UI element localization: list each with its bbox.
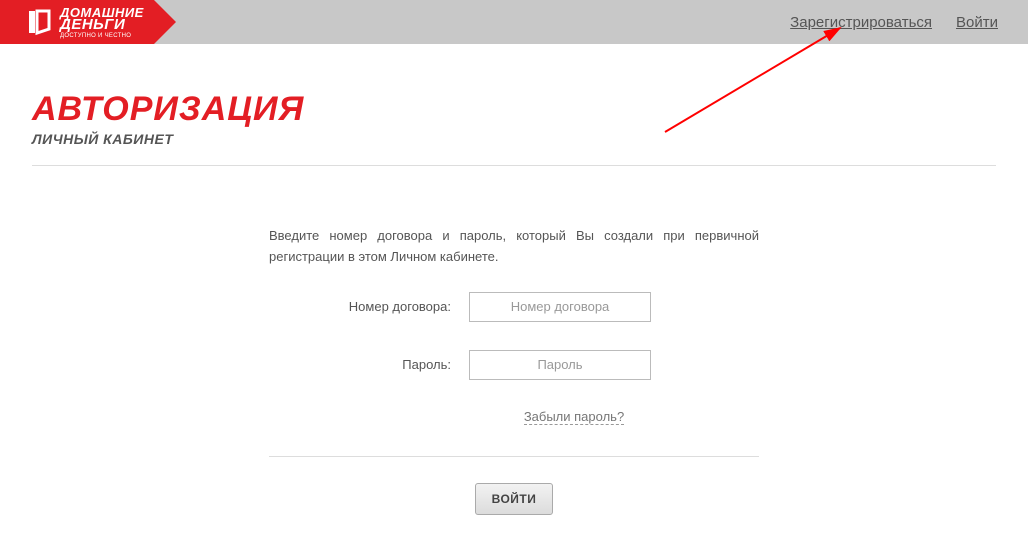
password-row: Пароль: bbox=[269, 350, 759, 380]
content-area: АВТОРИЗАЦИЯ ЛИЧНЫЙ КАБИНЕТ Введите номер… bbox=[0, 44, 1028, 545]
contract-input[interactable] bbox=[469, 292, 651, 322]
contract-row: Номер договора: bbox=[269, 292, 759, 322]
logo-icon bbox=[26, 6, 54, 38]
forgot-row: Забыли пароль? bbox=[269, 408, 759, 426]
submit-button[interactable]: ВОЙТИ bbox=[475, 483, 554, 515]
login-link[interactable]: Войти bbox=[956, 14, 998, 31]
contract-label: Номер договора: bbox=[269, 299, 469, 314]
login-form: Введите номер договора и пароль, который… bbox=[269, 226, 759, 545]
forgot-password-link[interactable]: Забыли пароль? bbox=[524, 409, 624, 425]
form-intro: Введите номер договора и пароль, который… bbox=[269, 226, 759, 268]
register-link[interactable]: Зарегистрироваться bbox=[790, 14, 932, 31]
logo-tagline: ДОСТУПНО И ЧЕСТНО bbox=[60, 33, 144, 39]
brand-logo[interactable]: ДОМАШНИЕ ДЕНЬГИ ДОСТУПНО И ЧЕСТНО bbox=[0, 0, 154, 44]
header-links: Зарегистрироваться Войти bbox=[790, 14, 1028, 31]
logo-text: ДОМАШНИЕ ДЕНЬГИ ДОСТУПНО И ЧЕСТНО bbox=[60, 6, 144, 39]
title-divider bbox=[32, 165, 996, 166]
submit-row: ВОЙТИ bbox=[269, 483, 759, 515]
password-label: Пароль: bbox=[269, 357, 469, 372]
header-bar: ДОМАШНИЕ ДЕНЬГИ ДОСТУПНО И ЧЕСТНО Зареги… bbox=[0, 0, 1028, 44]
form-divider bbox=[269, 456, 759, 457]
password-input[interactable] bbox=[469, 350, 651, 380]
page-title: АВТОРИЗАЦИЯ bbox=[32, 90, 996, 129]
page-subtitle: ЛИЧНЫЙ КАБИНЕТ bbox=[32, 131, 996, 147]
